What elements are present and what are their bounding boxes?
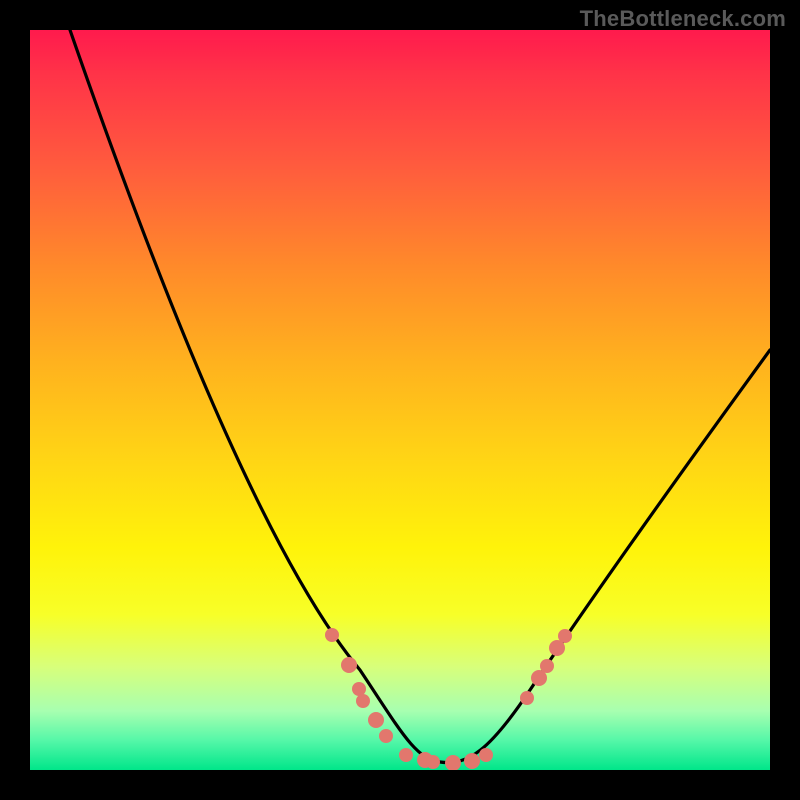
data-point [464, 753, 480, 769]
chart-plot-area [30, 30, 770, 770]
data-point [540, 659, 554, 673]
data-point [356, 694, 370, 708]
data-point [558, 629, 572, 643]
chart-frame: TheBottleneck.com [0, 0, 800, 800]
data-point [426, 755, 440, 769]
data-point [368, 712, 384, 728]
chart-svg [30, 30, 770, 770]
data-point [325, 628, 339, 642]
dots-group [325, 628, 572, 770]
data-point [520, 691, 534, 705]
watermark-text: TheBottleneck.com [580, 6, 786, 32]
data-point [341, 657, 357, 673]
data-point [379, 729, 393, 743]
bottleneck-curve [70, 30, 770, 763]
data-point [479, 748, 493, 762]
data-point [352, 682, 366, 696]
data-point [445, 755, 461, 770]
data-point [399, 748, 413, 762]
